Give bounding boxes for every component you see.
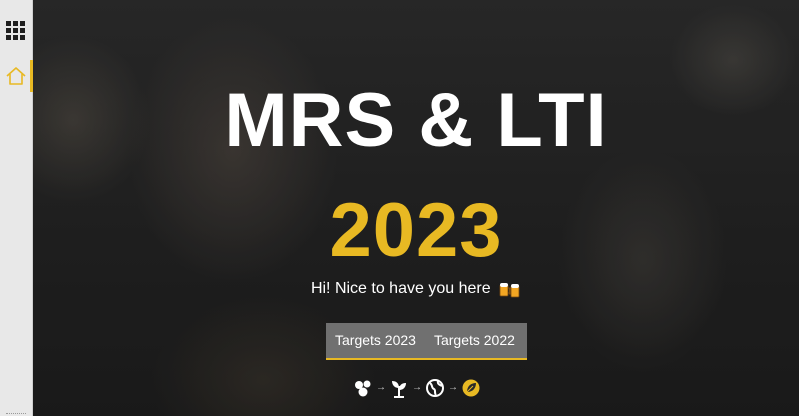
flow-arrow: → (376, 382, 386, 393)
welcome-message: Hi! Nice to have you here (33, 278, 799, 300)
process-flow: → → → (353, 375, 503, 401)
year-heading: 2023 (329, 188, 503, 273)
sidebar (0, 0, 33, 416)
home-icon (6, 67, 26, 85)
targets-tab-bar: Targets 2023 Targets 2022 (326, 323, 527, 360)
page-title: MRS & LTI (224, 78, 608, 163)
welcome-text: Hi! Nice to have you here (310, 280, 491, 297)
hero-background: MRS & LTI 2023 Hi! Nice to have you here… (33, 0, 799, 416)
sprout-icon[interactable] (389, 378, 409, 398)
leaf-coin-icon[interactable] (461, 378, 481, 398)
sidebar-item-home[interactable] (0, 60, 33, 92)
beer-mugs-icon (499, 282, 520, 298)
waffle-icon[interactable] (6, 21, 25, 40)
globe-icon[interactable] (425, 378, 445, 398)
flow-arrow: → (448, 382, 458, 393)
flow-arrow: → (412, 382, 422, 393)
molecules-icon[interactable] (353, 378, 373, 398)
tab-targets-2022[interactable]: Targets 2022 (425, 323, 524, 358)
tab-targets-2023[interactable]: Targets 2023 (326, 323, 425, 358)
